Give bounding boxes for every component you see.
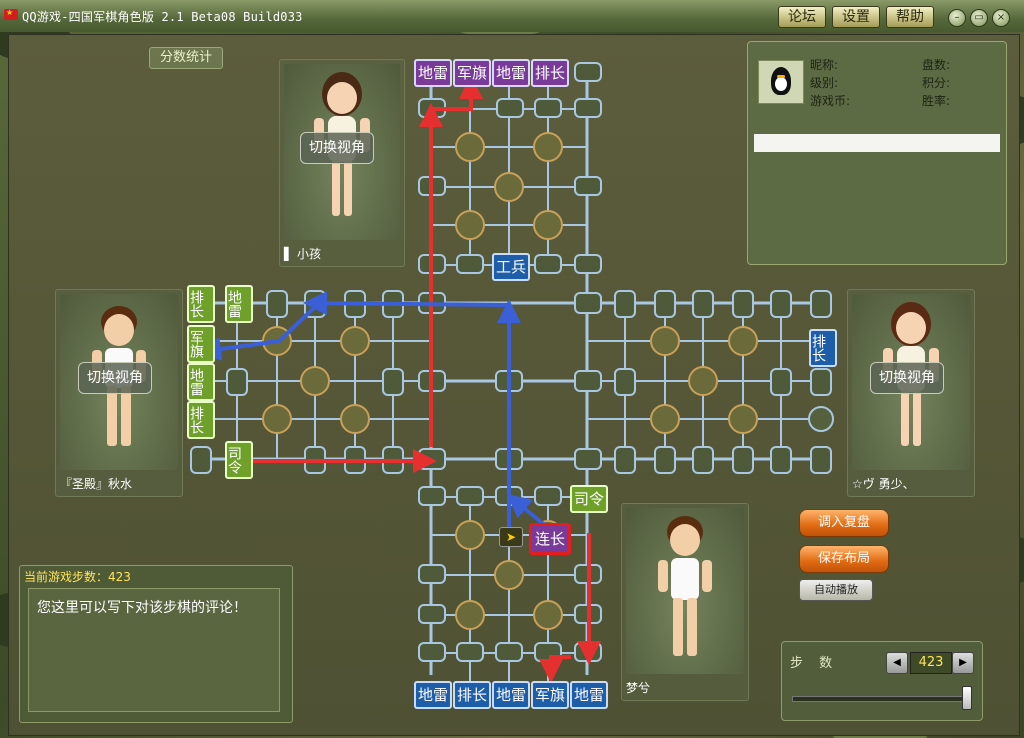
save-layout-button[interactable]: 保存布局 [799, 545, 889, 573]
forum-button[interactable]: 论坛 [778, 6, 826, 28]
piece-west-platoon-1[interactable]: 排长 [187, 285, 215, 323]
piece-west-mine[interactable]: 地雷 [187, 363, 215, 401]
autoplay-button[interactable]: 自动播放 [799, 579, 873, 601]
piece-west-flag[interactable]: 军旗 [187, 325, 215, 363]
piece-south-mine-2[interactable]: 地雷 [492, 681, 530, 709]
app-flag-icon [4, 8, 18, 20]
help-button[interactable]: 帮助 [886, 6, 934, 28]
piece-south-mine-3[interactable]: 地雷 [570, 681, 608, 709]
piece-east-platoon[interactable]: 排长 [809, 329, 837, 367]
minimize-button[interactable]: – [948, 9, 966, 27]
turn-pointer-icon: ➤ [499, 527, 523, 547]
piece-south-mine-1[interactable]: 地雷 [414, 681, 452, 709]
piece-south-platoon[interactable]: 排长 [453, 681, 491, 709]
piece-west-commander[interactable]: 司令 [225, 441, 253, 479]
piece-south-captain-selected[interactable]: 连长 [529, 523, 571, 555]
next-step-button[interactable]: ▶ [952, 652, 974, 674]
close-button[interactable]: × [992, 9, 1010, 27]
restore-button[interactable]: ▭ [970, 9, 988, 27]
piece-north-mine-2[interactable]: 地雷 [492, 59, 530, 87]
load-replay-button[interactable]: 调入复盘 [799, 509, 889, 537]
step-control-panel: 步 数 ◀ 423 ▶ [781, 641, 983, 721]
piece-north-flag[interactable]: 军旗 [453, 59, 491, 87]
settings-button[interactable]: 设置 [832, 6, 880, 28]
piece-west-mine-2[interactable]: 地雷 [225, 285, 253, 323]
step-slider-track[interactable] [792, 696, 970, 702]
step-comment-panel: 当前游戏步数：423 您这里可以写下对该步棋的评论！ [19, 565, 293, 723]
current-step-label: 当前游戏步数：423 [24, 570, 131, 584]
app-title: QQ游戏-四国军棋角色版 2.1 Beta08 Build033 [22, 10, 303, 24]
piece-north-platoon[interactable]: 排长 [531, 59, 569, 87]
step-comment-textarea[interactable]: 您这里可以写下对该步棋的评论！ [28, 588, 280, 712]
prev-step-button[interactable]: ◀ [886, 652, 908, 674]
title-bar: QQ游戏-四国军棋角色版 2.1 Beta08 Build033 论坛 设置 帮… [0, 0, 1024, 32]
piece-south-flag[interactable]: 军旗 [531, 681, 569, 709]
piece-blue-engineer[interactable]: 工兵 [492, 253, 530, 281]
piece-south-commander[interactable]: 司令 [570, 485, 608, 513]
step-label: 步 数 [790, 656, 839, 671]
piece-west-platoon-2[interactable]: 排长 [187, 401, 215, 439]
step-slider-thumb[interactable] [962, 686, 972, 710]
game-client-area: 分数统计 切换视角 ▌ 小孩 切换视角 『圣殿』秋水 切换视角 ☆ヴ 勇少、 梦… [8, 34, 1020, 736]
piece-north-mine-1[interactable]: 地雷 [414, 59, 452, 87]
step-number-display: 423 [910, 652, 952, 674]
